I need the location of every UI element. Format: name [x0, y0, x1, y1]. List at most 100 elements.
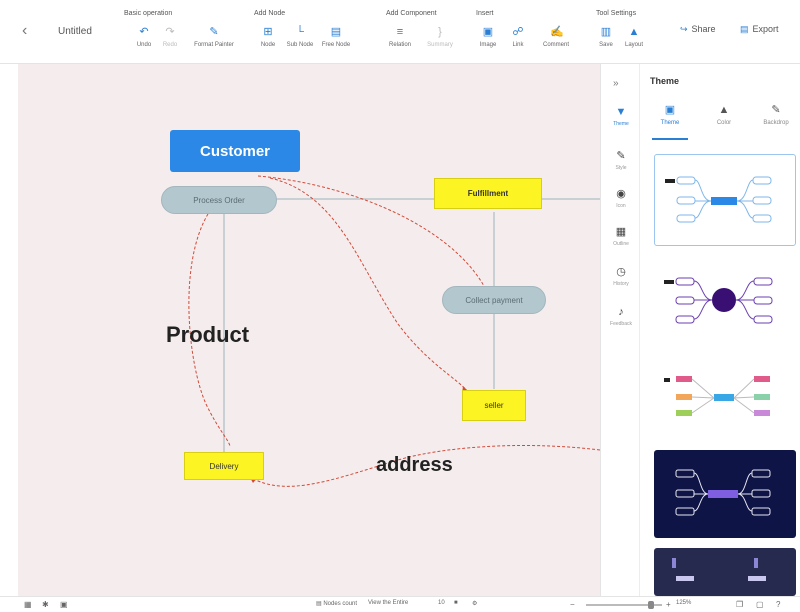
relation-button[interactable]: ≡ Relation — [380, 22, 420, 56]
grid-icon[interactable]: ▦ — [24, 600, 32, 609]
layers-icon[interactable]: ▣ — [60, 600, 68, 609]
settings-icon[interactable]: ⚙ — [472, 600, 477, 607]
tools-icon[interactable]: ✱ — [42, 600, 49, 609]
tool-label: Layout — [624, 42, 643, 48]
rail-item-icon[interactable]: ◉ Icon — [605, 182, 637, 222]
tab-label: Backdrop — [763, 120, 789, 126]
theme-preview — [665, 176, 772, 223]
theme-preview — [675, 469, 771, 516]
rail-label: Style — [615, 165, 627, 171]
group-label: Insert — [476, 10, 494, 17]
zoom-level[interactable]: 125% — [676, 600, 691, 606]
layout-button[interactable]: ▲ Layout — [614, 22, 654, 56]
icon-library-icon: ◉ — [616, 188, 626, 200]
theme-preview — [664, 277, 773, 324]
rail-item-outline[interactable]: ▦ Outline — [605, 220, 637, 260]
insert-group: Insert ▣ Image ☍ Link ✍ Comment — [476, 10, 596, 58]
document-title[interactable]: Untitled — [58, 26, 92, 37]
free-text-address[interactable]: address — [376, 454, 453, 477]
rail-label: Outline — [613, 241, 629, 247]
tool-label: Sub Node — [286, 42, 314, 48]
format-painter-button[interactable]: ✎ Format Painter — [186, 22, 242, 56]
zoom-in-icon[interactable]: + — [666, 600, 671, 609]
export-icon: ▤ — [740, 24, 749, 34]
help-icon[interactable]: ? — [776, 600, 780, 609]
link-icon: ☍ — [512, 26, 524, 38]
theme-panel: Theme ▣ Theme ▲ Color ✎ Backdrop — [640, 64, 800, 596]
node-delivery[interactable]: Delivery — [184, 452, 264, 480]
style-icon: ✎ — [616, 150, 626, 162]
free-node-button[interactable]: ▤ Free Node — [316, 22, 356, 56]
tool-settings-group: Tool Settings ▥ Save ▲ Layout — [596, 10, 676, 58]
comment-icon: ✍ — [550, 26, 564, 38]
node-customer[interactable]: Customer — [170, 130, 300, 172]
link-button[interactable]: ☍ Link — [498, 22, 538, 56]
tool-label: Format Painter — [194, 42, 234, 48]
node-seller[interactable]: seller — [462, 390, 526, 421]
fullscreen-icon[interactable]: ▢ — [756, 600, 764, 609]
status-bar: ▦ ✱ ▣ ▤ Nodes count View the Entire 10 ■… — [0, 596, 800, 612]
tool-label: Summary — [427, 42, 453, 48]
tab-color[interactable]: ▲ Color — [702, 104, 746, 138]
tab-theme[interactable]: ▣ Theme — [648, 104, 692, 138]
add-node-group: Add Node ⊞ Node └ Sub Node ▤ Free Node — [254, 10, 384, 58]
relation-curve[interactable] — [269, 177, 469, 393]
group-label: Add Node — [254, 10, 286, 17]
theme-icon: ▣ — [664, 104, 676, 116]
tab-backdrop[interactable]: ✎ Backdrop — [754, 104, 798, 138]
tool-label: Comment — [542, 42, 569, 48]
view-mode-button[interactable]: View the Entire — [368, 600, 408, 606]
rail-item-style[interactable]: ✎ Style — [605, 144, 637, 184]
export-button[interactable]: ▤ Export — [740, 24, 779, 35]
theme-option[interactable] — [654, 358, 796, 440]
fit-screen-icon[interactable]: ❐ — [736, 600, 743, 609]
theme-preview — [664, 376, 770, 416]
feedback-icon: ♪ — [618, 306, 624, 318]
zoom-out-icon[interactable]: − — [570, 600, 575, 609]
undo-icon: ↶ — [139, 26, 149, 38]
node-process-order[interactable]: Process Order — [161, 186, 277, 214]
layout-icon: ▲ — [628, 26, 640, 38]
tool-label: Relation — [388, 42, 411, 48]
top-toolbar: ‹ Untitled Basic operation ↶ Undo ↷ Redo ✎… — [0, 0, 800, 64]
save-icon: ▥ — [600, 26, 612, 38]
node-collect-payment[interactable]: Collect payment — [442, 286, 546, 314]
lock-icon[interactable]: ■ — [454, 600, 458, 606]
rail-label: History — [613, 281, 629, 287]
rail-item-theme[interactable]: ▼ Theme — [605, 100, 637, 140]
tool-label: Free Node — [321, 42, 351, 48]
free-node-icon: ▤ — [330, 26, 342, 38]
theme-option[interactable] — [654, 256, 796, 348]
backdrop-icon: ✎ — [771, 104, 781, 116]
collapse-panel-icon[interactable]: » — [613, 78, 619, 89]
theme-icon: ▼ — [615, 106, 627, 118]
theme-option[interactable] — [654, 548, 796, 596]
active-tab-indicator — [652, 138, 688, 140]
free-text-product[interactable]: Product — [166, 322, 249, 348]
share-label: Share — [691, 24, 716, 34]
tab-label: Color — [716, 120, 732, 126]
theme-preview — [672, 558, 766, 581]
tool-label: Link — [512, 42, 524, 48]
share-button[interactable]: ↪ Share — [680, 24, 716, 35]
summary-icon: } — [438, 26, 442, 38]
rail-item-feedback[interactable]: ♪ Feedback — [605, 300, 637, 340]
redo-icon: ↷ — [165, 26, 175, 38]
history-icon: ◷ — [616, 266, 626, 278]
node-fulfillment[interactable]: Fulfillment — [434, 178, 542, 209]
mindmap-canvas[interactable]: Customer Process Order Fulfillment Colle… — [18, 64, 600, 596]
share-icon: ↪ — [680, 24, 688, 34]
zoom-slider-handle[interactable] — [648, 601, 654, 609]
rail-item-history[interactable]: ◷ History — [605, 260, 637, 300]
add-subnode-button[interactable]: └ Sub Node — [280, 22, 320, 56]
back-chevron-icon[interactable]: ‹ — [22, 22, 36, 40]
theme-option[interactable] — [654, 154, 796, 246]
add-component-group: Add Component ≡ Relation } Summary — [386, 10, 476, 58]
redo-button[interactable]: ↷ Redo — [150, 22, 190, 56]
page-number: 10 — [438, 600, 445, 606]
theme-option[interactable] — [654, 450, 796, 538]
node-count: ▤ Nodes count — [316, 601, 358, 607]
comment-button[interactable]: ✍ Comment — [534, 22, 578, 56]
rail-label: Icon — [616, 203, 626, 209]
summary-button[interactable]: } Summary — [420, 22, 460, 56]
